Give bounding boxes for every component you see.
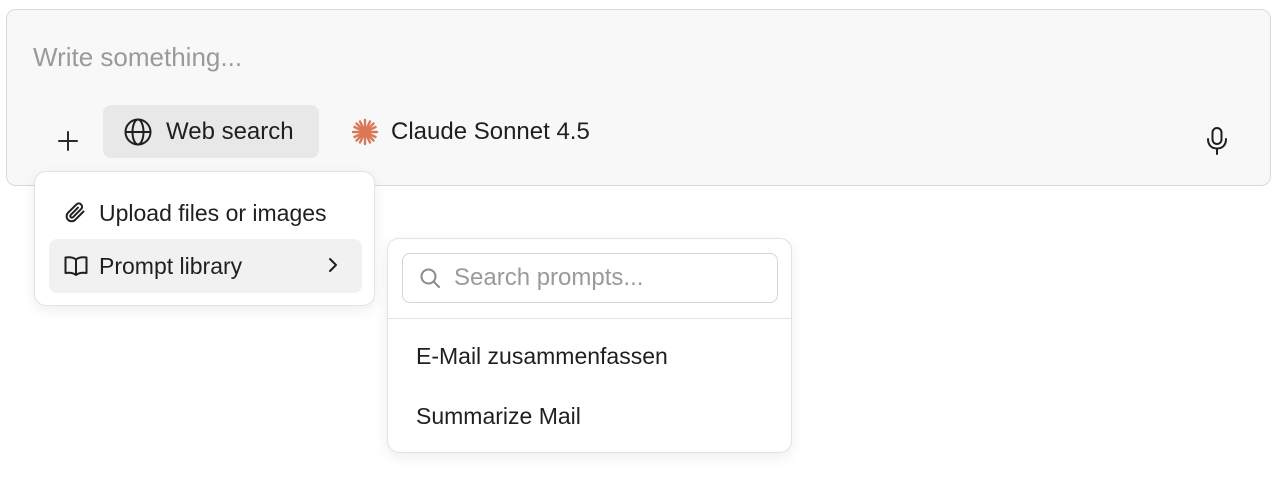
chevron-right-icon [329,258,337,272]
claude-spark-icon [351,118,379,145]
prompt-search-box [402,253,778,303]
model-label: Claude Sonnet 4.5 [391,117,590,145]
model-selector[interactable]: Claude Sonnet 4.5 [351,105,590,158]
plus-icon [58,131,78,151]
prompt-library-item[interactable]: Prompt library [49,239,362,293]
upload-files-label: Upload files or images [99,199,327,226]
add-button[interactable] [47,114,89,168]
prompt-item-label: E-Mail zusammenfassen [416,342,668,369]
microphone-button[interactable] [1201,114,1233,168]
attach-menu: Upload files or images Prompt library [34,171,375,306]
chat-composer: Web search Claude Sonnet 4.5 [6,9,1271,186]
upload-files-item[interactable]: Upload files or images [49,186,362,240]
globe-icon [124,118,152,145]
prompt-library-submenu: E-Mail zusammenfassen Summarize Mail [387,238,792,453]
message-input[interactable] [33,40,1233,74]
prompt-search-input[interactable] [454,264,754,292]
menu-divider [388,318,791,319]
microphone-icon [1207,127,1227,155]
web-search-button[interactable]: Web search [103,105,319,158]
search-icon [420,268,440,288]
prompt-library-label: Prompt library [99,252,243,279]
prompt-item[interactable]: E-Mail zusammenfassen [402,331,778,381]
prompt-item-label: Summarize Mail [416,402,581,429]
prompt-item[interactable]: Summarize Mail [402,391,778,441]
book-open-icon [64,256,88,276]
paperclip-icon [65,202,85,223]
web-search-label: Web search [166,117,294,145]
